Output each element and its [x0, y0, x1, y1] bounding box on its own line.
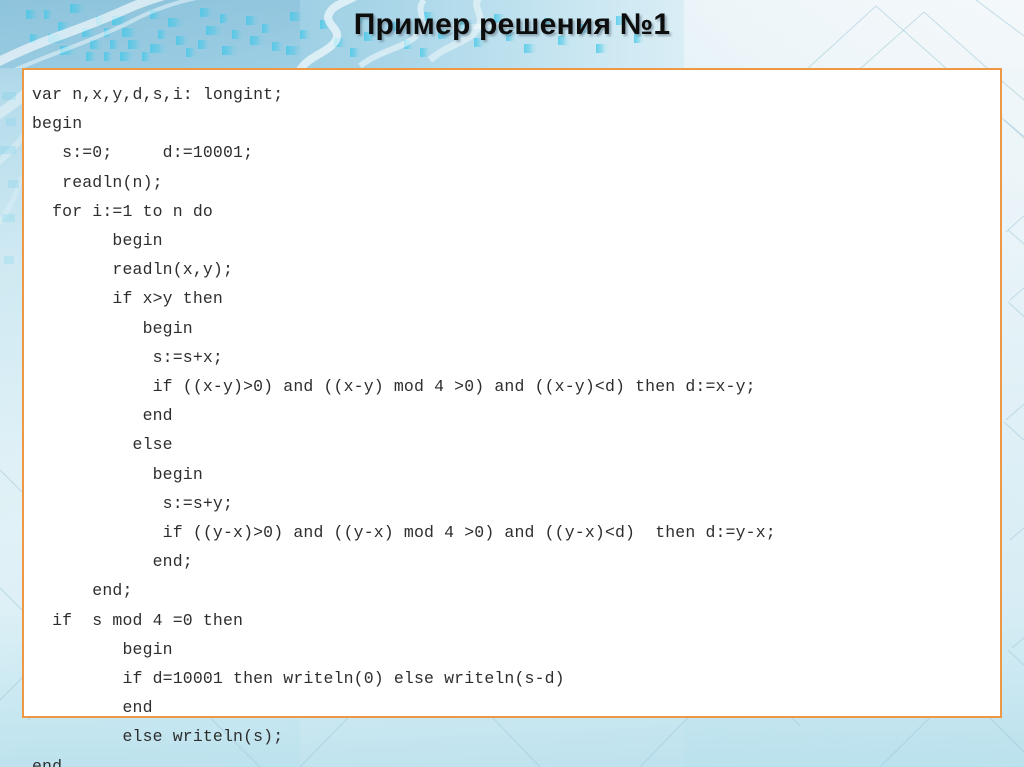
code-panel: var n,x,y,d,s,i: longint; begin s:=0; d:… [22, 68, 1002, 767]
pascal-code-block: var n,x,y,d,s,i: longint; begin s:=0; d:… [32, 85, 776, 767]
left-circuit-blocks [0, 92, 19, 264]
slide: Пример решения №1 var n,x,y,d,s,i: longi… [0, 0, 1024, 767]
page-title: Пример решения №1 [353, 8, 671, 41]
